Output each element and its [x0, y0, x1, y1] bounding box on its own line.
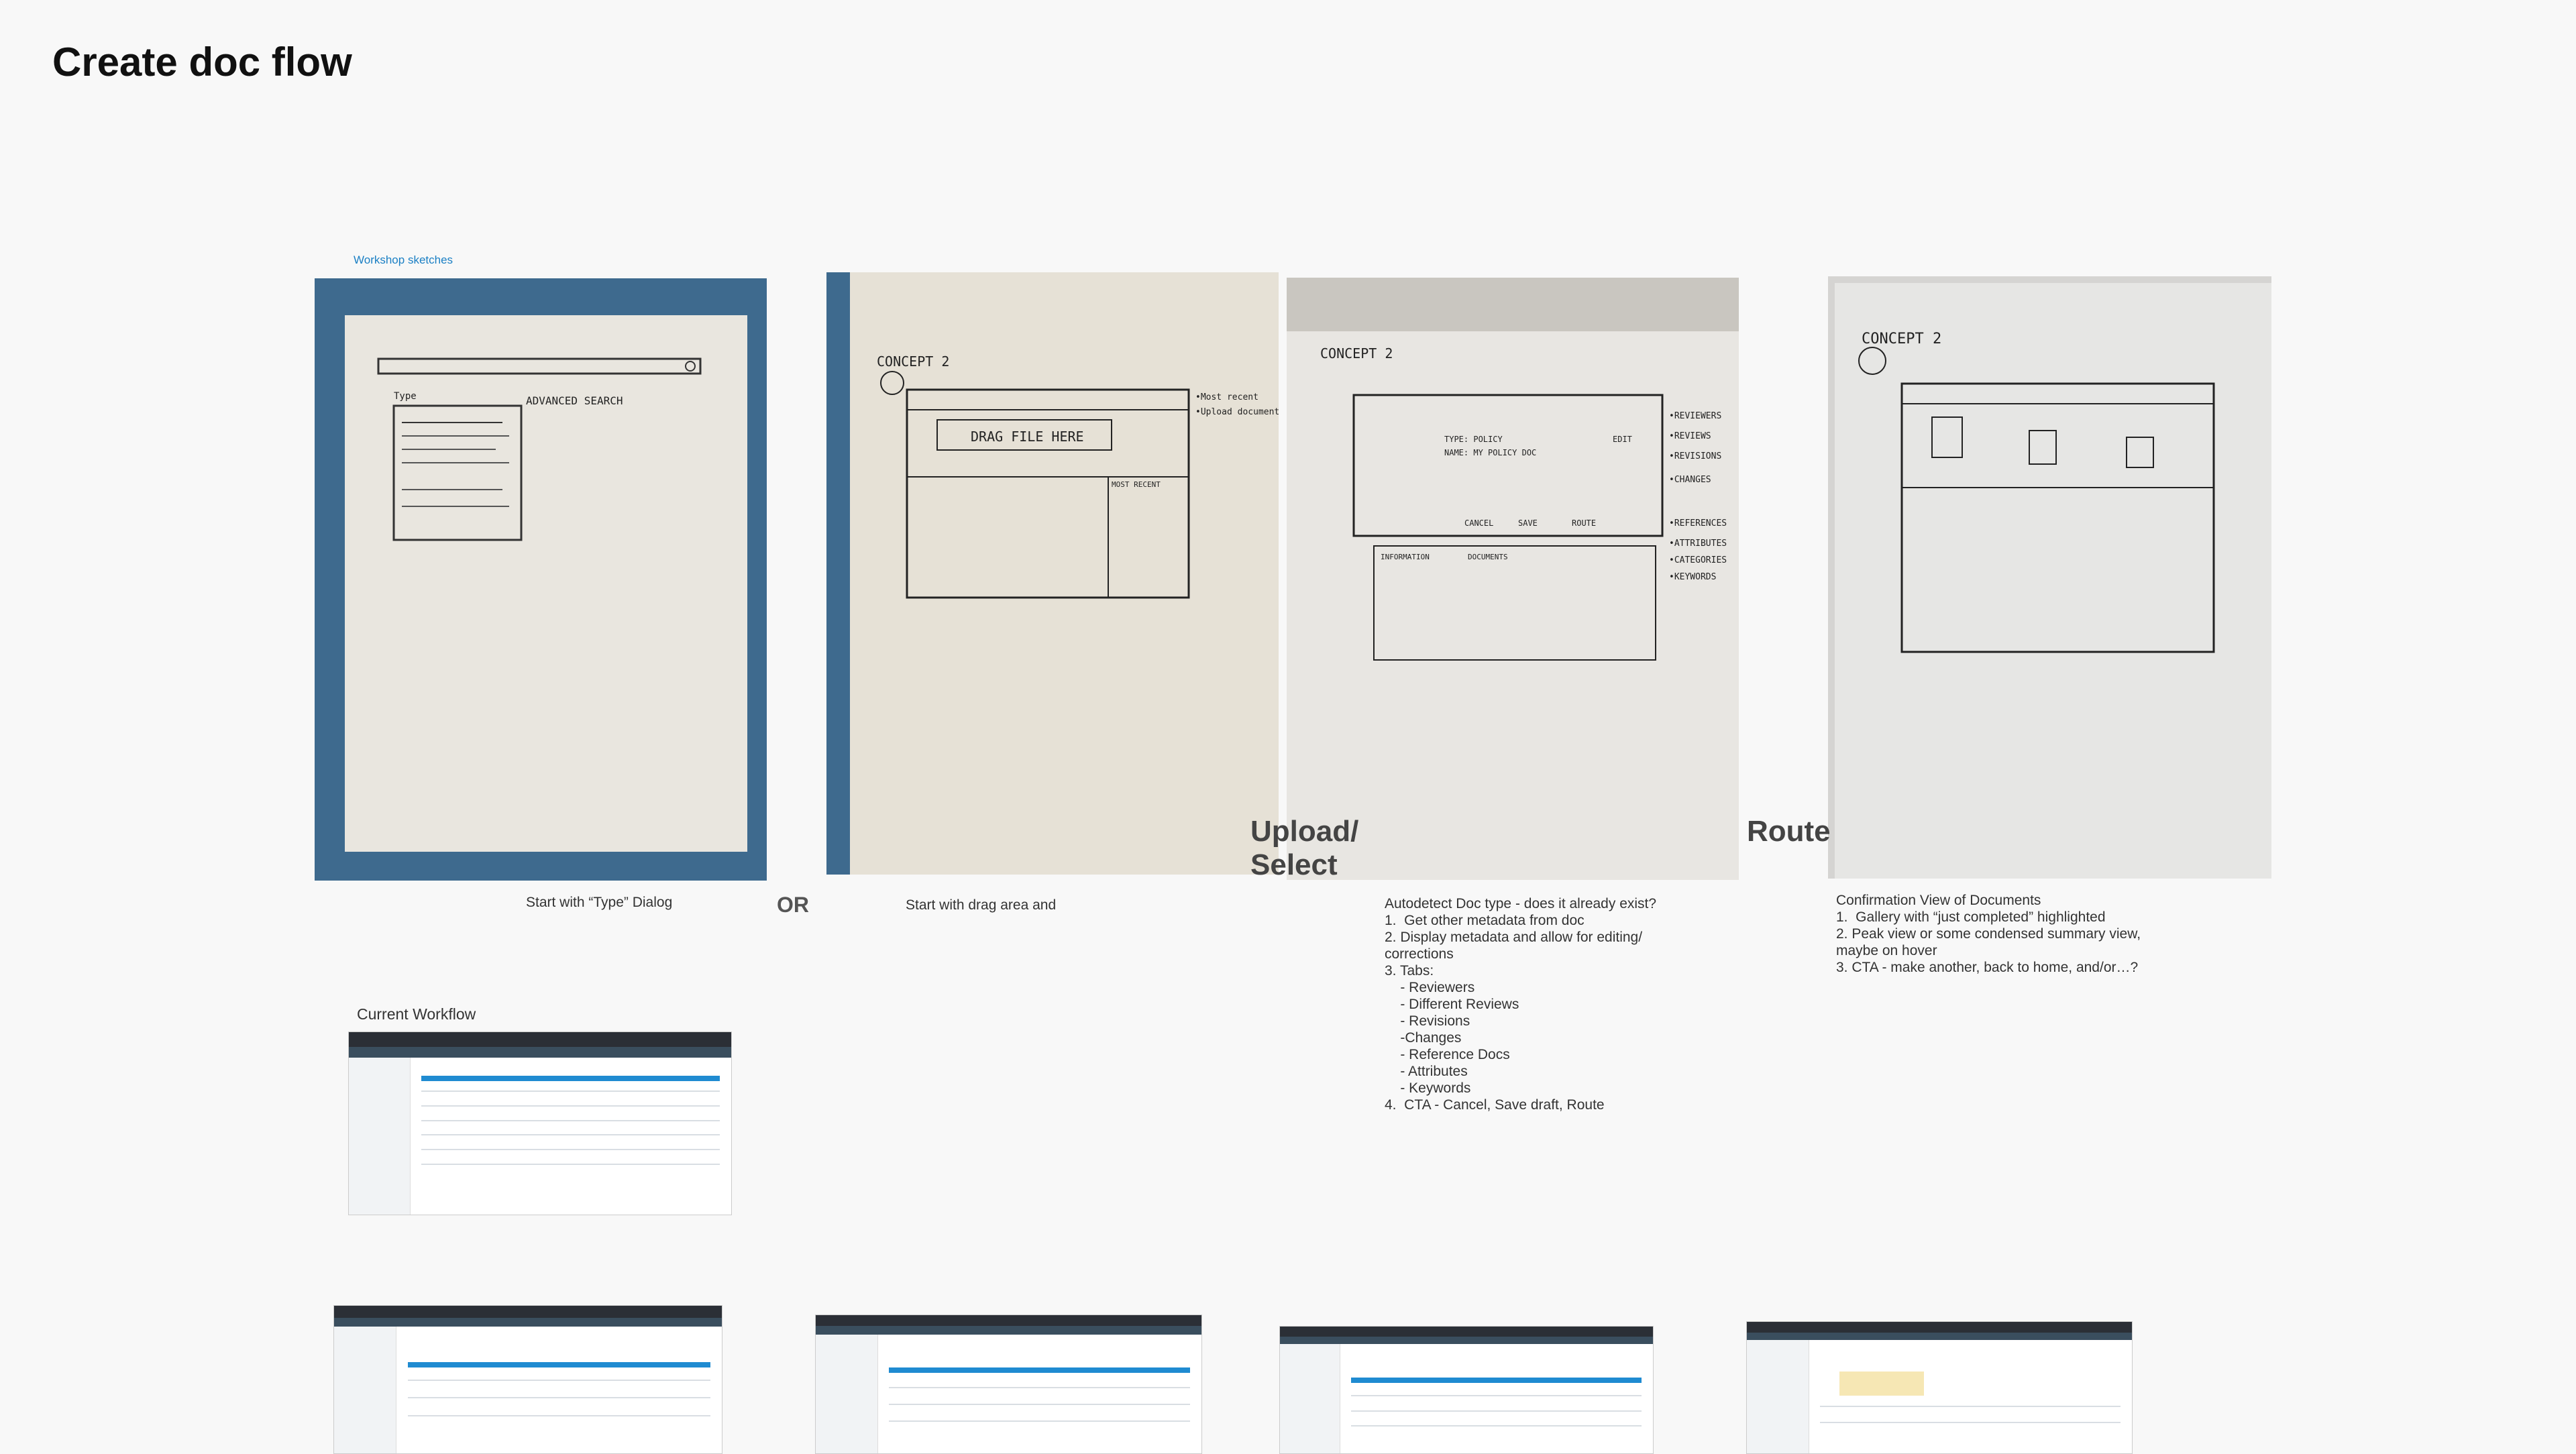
list-item	[1820, 1421, 2121, 1423]
list-item	[1820, 1406, 2121, 1408]
workflow-screenshot-1	[333, 1305, 722, 1454]
list-item	[407, 1414, 710, 1416]
workshop-sketches-link[interactable]: Workshop sketches	[354, 254, 453, 267]
sketch-text: TYPE: POLICY	[1444, 435, 1503, 444]
drag-area-caption: Start with drag area and	[906, 897, 1057, 913]
list-item	[407, 1380, 710, 1381]
sketch-text: ADVANCED SEARCH	[526, 394, 623, 407]
app-title-bar	[1280, 1327, 1653, 1337]
app-sidebar	[1747, 1340, 1809, 1453]
app-nav-bar	[334, 1317, 722, 1327]
type-dialog-caption: Start with “Type” Dialog	[526, 895, 673, 910]
table-header	[421, 1076, 720, 1082]
app-title-bar	[334, 1306, 722, 1318]
table-row	[421, 1163, 720, 1165]
app-nav-bar	[1280, 1337, 1653, 1345]
sketch-text: SAVE	[1518, 518, 1538, 528]
current-workflow-screenshot	[348, 1031, 732, 1215]
workflow-screenshot-4	[1746, 1321, 2133, 1454]
sketch-text: •Most recent	[1195, 392, 1258, 402]
section-header	[889, 1367, 1190, 1374]
sketch-text: CONCEPT 2	[1862, 331, 1941, 347]
sketch-drawing: CONCEPT 2 TYPE: POLICY NAME: MY POLICY D…	[1287, 278, 1739, 880]
page-title: Create doc flow	[52, 40, 352, 85]
current-workflow-label: Current Workflow	[357, 1005, 476, 1023]
sketch-text: CANCEL	[1464, 518, 1493, 528]
sketch-text: •REVISIONS	[1669, 451, 1721, 461]
sketch-photo-upload-select: CONCEPT 2 TYPE: POLICY NAME: MY POLICY D…	[1287, 278, 1739, 880]
concept3-notes: Confirmation View of Documents 1. Galler…	[1836, 893, 2141, 975]
concept2-notes: Autodetect Doc type - does it already ex…	[1385, 896, 1657, 1113]
route-heading: Route	[1747, 815, 1831, 848]
table-row	[421, 1119, 720, 1121]
sketch-photo-route: CONCEPT 2	[1828, 276, 2271, 879]
sketch-text: •Upload document	[1195, 407, 1279, 417]
app-sidebar	[816, 1334, 878, 1453]
table-row	[421, 1134, 720, 1136]
sketch-text: NAME: MY POLICY DOC	[1444, 448, 1536, 457]
or-connector: OR	[777, 893, 809, 917]
app-nav-bar	[816, 1326, 1201, 1335]
sketch-text: ROUTE	[1572, 518, 1596, 528]
list-item	[1350, 1410, 1642, 1412]
app-title-bar	[816, 1315, 1201, 1327]
workflow-screenshot-3	[1279, 1326, 1654, 1454]
app-nav-bar	[349, 1046, 731, 1058]
sketch-photo-type-dialog: ADVANCED SEARCH Type	[315, 278, 767, 881]
app-title-bar	[1747, 1322, 2132, 1333]
table-row	[421, 1090, 720, 1093]
list-item	[889, 1420, 1190, 1422]
sketch-text: INFORMATION	[1381, 553, 1430, 561]
sketch-photo-drag-area: CONCEPT 2 DRAG FILE HERE MOST RECENT •Mo…	[826, 272, 1279, 875]
sketch-text: •CATEGORIES	[1669, 555, 1727, 565]
upload-select-heading: Upload/ Select	[1250, 815, 1359, 881]
highlighted-field	[1839, 1372, 1925, 1396]
section-header	[407, 1361, 710, 1367]
list-item	[1350, 1395, 1642, 1397]
section-header	[1350, 1377, 1642, 1383]
app-sidebar	[1280, 1344, 1340, 1453]
list-item	[889, 1387, 1190, 1389]
sketch-text: •ATTRIBUTES	[1669, 539, 1727, 549]
sketch-text: •REFERENCES	[1669, 518, 1727, 528]
app-sidebar	[349, 1058, 411, 1215]
sketch-text: DOCUMENTS	[1468, 553, 1508, 561]
list-item	[407, 1397, 710, 1399]
table-row	[421, 1149, 720, 1151]
sketch-text: DRAG FILE HERE	[971, 429, 1084, 445]
sketch-text: MOST RECENT	[1112, 480, 1161, 489]
sketch-text: EDIT	[1613, 435, 1632, 444]
sketch-drawing: CONCEPT 2 DRAG FILE HERE MOST RECENT •Mo…	[826, 272, 1279, 875]
workflow-screenshot-2	[815, 1315, 1202, 1454]
sketch-text: •REVIEWERS	[1669, 411, 1721, 421]
sketch-text: •CHANGES	[1669, 475, 1711, 485]
sketch-text: •REVIEWS	[1669, 431, 1711, 441]
sketch-text: CONCEPT 2	[877, 353, 949, 370]
app-nav-bar	[1747, 1332, 2132, 1341]
sketch-text: •KEYWORDS	[1669, 572, 1716, 582]
table-row	[421, 1105, 720, 1107]
sketch-drawing: ADVANCED SEARCH Type	[315, 278, 767, 881]
app-sidebar	[334, 1326, 397, 1453]
list-item	[889, 1403, 1190, 1405]
sketch-text: Type	[394, 391, 417, 402]
sketch-drawing: CONCEPT 2	[1828, 276, 2271, 879]
app-title-bar	[349, 1032, 731, 1047]
sketch-text: CONCEPT 2	[1320, 345, 1393, 361]
list-item	[1350, 1425, 1642, 1427]
